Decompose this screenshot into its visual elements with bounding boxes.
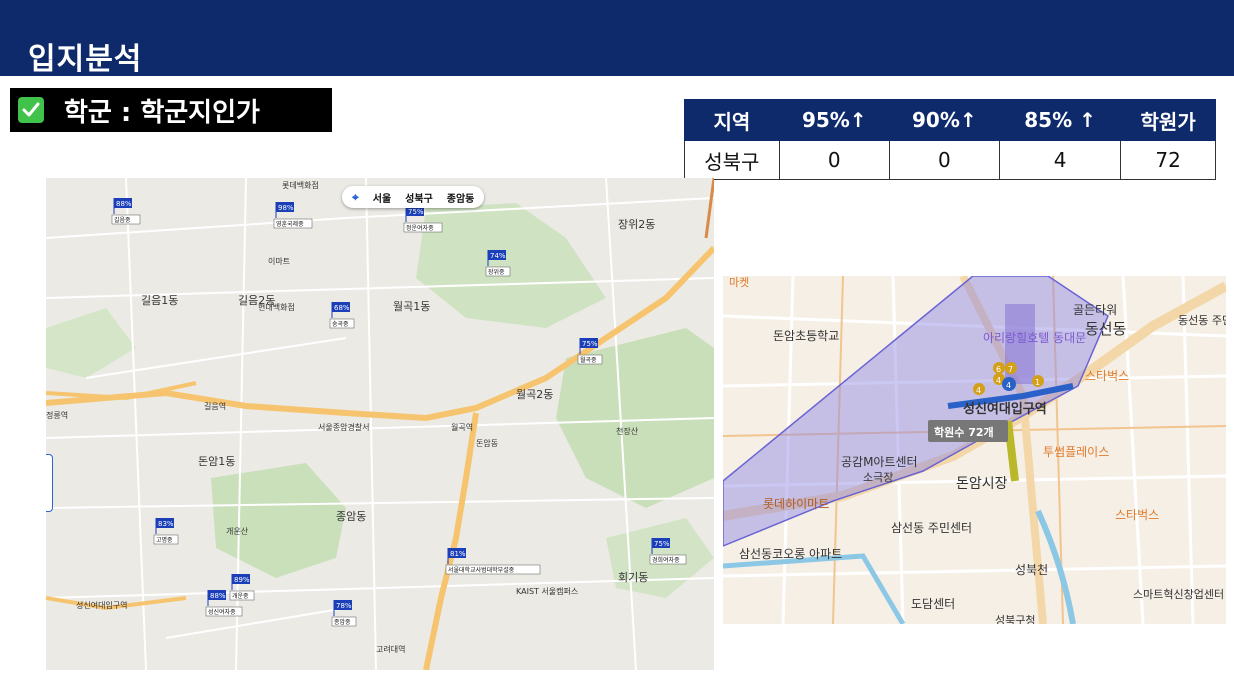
svg-text:1: 1	[1035, 378, 1040, 387]
map-label: 마켓	[729, 276, 749, 289]
map-label: 종암동	[336, 510, 366, 523]
location-breadcrumb[interactable]: ⌖ 서울 성북구 종암동	[342, 186, 485, 208]
svg-text:영훈국제중: 영훈국제중	[276, 220, 304, 228]
section-title: 학군 : 학군지인가	[64, 97, 260, 128]
map-label: 개운산	[226, 526, 249, 536]
column-header: 85% ↑	[998, 99, 1122, 141]
svg-text:성신여자중: 성신여자중	[208, 608, 236, 616]
map-label: 롯데하이마트	[763, 497, 829, 511]
svg-text:81%: 81%	[450, 550, 466, 558]
svg-text:6: 6	[996, 365, 1001, 374]
svg-text:74%: 74%	[490, 252, 506, 260]
map-label: 동선동	[1085, 320, 1127, 338]
stats-table: 지역 95%↑ 90%↑ 85% ↑ 학원가 성북구 0 0 4 72	[684, 99, 1216, 180]
academy-map[interactable]: 4 6 7 4 1 4 학원수 72개 돈암초등학교 아리랑힐호텔 동대문 골든…	[723, 276, 1226, 624]
map-label: 길음1동	[141, 294, 178, 307]
table-cell: 성북구	[684, 140, 780, 180]
section-title-bar: 학군 : 학군지인가	[10, 88, 332, 132]
map-label: 이마트	[268, 256, 290, 266]
svg-text:경희여자중: 경희여자중	[652, 556, 680, 564]
column-header: 학원가	[1120, 99, 1216, 141]
map-label: 길음역	[204, 401, 226, 411]
page-title: 입지분석	[28, 42, 143, 77]
svg-text:서울대학교사범대학부설중: 서울대학교사범대학부설중	[448, 566, 515, 574]
map-label: 천장산	[616, 426, 639, 436]
map-label: 동선동 주민센터	[1178, 314, 1226, 327]
svg-text:장위중: 장위중	[488, 268, 505, 276]
table-cell: 0	[888, 140, 1000, 180]
map-label: 스마트혁신창업센터	[1133, 588, 1224, 601]
svg-text:정운여자중: 정운여자중	[406, 224, 434, 232]
map-label: 돈암동	[476, 438, 498, 448]
map-label: 정릉역	[46, 410, 68, 420]
top-header-bar: 입지분석	[0, 0, 1234, 77]
column-header: 90%↑	[888, 99, 1000, 141]
map-label: 회기동	[618, 571, 648, 584]
map-label: 투썸플레이스	[1043, 445, 1109, 459]
svg-text:월곡중: 월곡중	[580, 356, 597, 364]
map-label: 돈암초등학교	[773, 329, 839, 343]
svg-text:98%: 98%	[278, 204, 294, 212]
table-row: 성북구 0 0 4 72	[684, 140, 1216, 180]
svg-text:4: 4	[1006, 381, 1011, 390]
map-label: 돈암시장	[956, 476, 1008, 492]
svg-text:89%: 89%	[234, 576, 250, 584]
map-label: 소극장	[863, 471, 893, 484]
svg-text:개운중: 개운중	[232, 592, 249, 600]
svg-text:길음중: 길음중	[114, 216, 131, 224]
svg-text:75%: 75%	[654, 540, 670, 548]
svg-text:고명중: 고명중	[156, 536, 173, 544]
map-label: 서울종암경찰서	[318, 422, 370, 432]
table-cell: 4	[998, 140, 1122, 180]
map-label: 현대백화점	[258, 302, 295, 312]
map-label: 성신여대입구역	[76, 600, 128, 610]
map2-canvas[interactable]: 4 6 7 4 1 4 학원수 72개 돈암초등학교 아리랑힐호텔 동대문 골든…	[723, 276, 1226, 624]
school-map[interactable]: 길음1동 길음2동 월곡1동 월곡2동 장위2동 돈암1동 종암동 회기동 길음…	[46, 178, 714, 670]
table-header-row: 지역 95%↑ 90%↑ 85% ↑ 학원가	[684, 99, 1216, 141]
map-label: 돈암1동	[198, 455, 235, 468]
map-label: 아리랑힐호텔 동대문	[983, 331, 1086, 345]
table-cell: 72	[1120, 140, 1216, 180]
svg-text:7: 7	[1008, 365, 1013, 374]
svg-text:종암중: 종암중	[334, 618, 351, 626]
column-header: 95%↑	[778, 99, 890, 141]
svg-text:88%: 88%	[210, 592, 226, 600]
map-label: 도담센터	[911, 597, 955, 611]
map-label: 월곡1동	[393, 300, 430, 313]
map-label: 월곡2동	[516, 388, 553, 401]
map-label: 삼선동 주민센터	[891, 521, 972, 535]
map-canvas[interactable]: 길음1동 길음2동 월곡1동 월곡2동 장위2동 돈암1동 종암동 회기동 길음…	[46, 178, 714, 670]
map-side-handle[interactable]	[46, 454, 53, 512]
map-label: 골든타워	[1073, 303, 1117, 317]
breadcrumb-city[interactable]: 서울	[373, 190, 391, 205]
map-label: 고려대역	[376, 644, 405, 654]
svg-text:숭곡중: 숭곡중	[332, 321, 349, 328]
table-cell: 0	[778, 140, 890, 180]
map-label: 스타벅스	[1085, 369, 1129, 383]
map-label: 스타벅스	[1115, 508, 1159, 522]
svg-text:78%: 78%	[336, 602, 352, 610]
map-label: 롯데백화점	[282, 180, 319, 190]
map-label: 성북구청	[995, 614, 1035, 624]
breadcrumb-district[interactable]: 성북구	[405, 190, 433, 205]
map-label: 성신여대입구역	[963, 401, 1047, 417]
svg-text:4: 4	[976, 386, 981, 395]
svg-text:4: 4	[996, 376, 1001, 385]
crosshair-icon[interactable]: ⌖	[352, 190, 359, 205]
map-label: KAIST 서울캠퍼스	[516, 586, 578, 596]
svg-text:68%: 68%	[334, 304, 350, 312]
map-label: 삼선동코오롱 아파트	[739, 547, 842, 561]
svg-text:88%: 88%	[116, 200, 132, 208]
svg-text:75%: 75%	[408, 208, 424, 216]
svg-text:학원수 72개: 학원수 72개	[934, 425, 994, 439]
map-label: 장위2동	[618, 218, 655, 231]
check-icon	[18, 97, 44, 123]
map-label: 성북천	[1015, 562, 1048, 577]
breadcrumb-dong[interactable]: 종암동	[447, 190, 475, 205]
column-header: 지역	[684, 99, 780, 141]
map-label: 공감M아트센터	[841, 455, 918, 469]
map-label: 월곡역	[451, 422, 473, 432]
svg-text:83%: 83%	[158, 520, 174, 528]
svg-text:75%: 75%	[582, 340, 598, 348]
